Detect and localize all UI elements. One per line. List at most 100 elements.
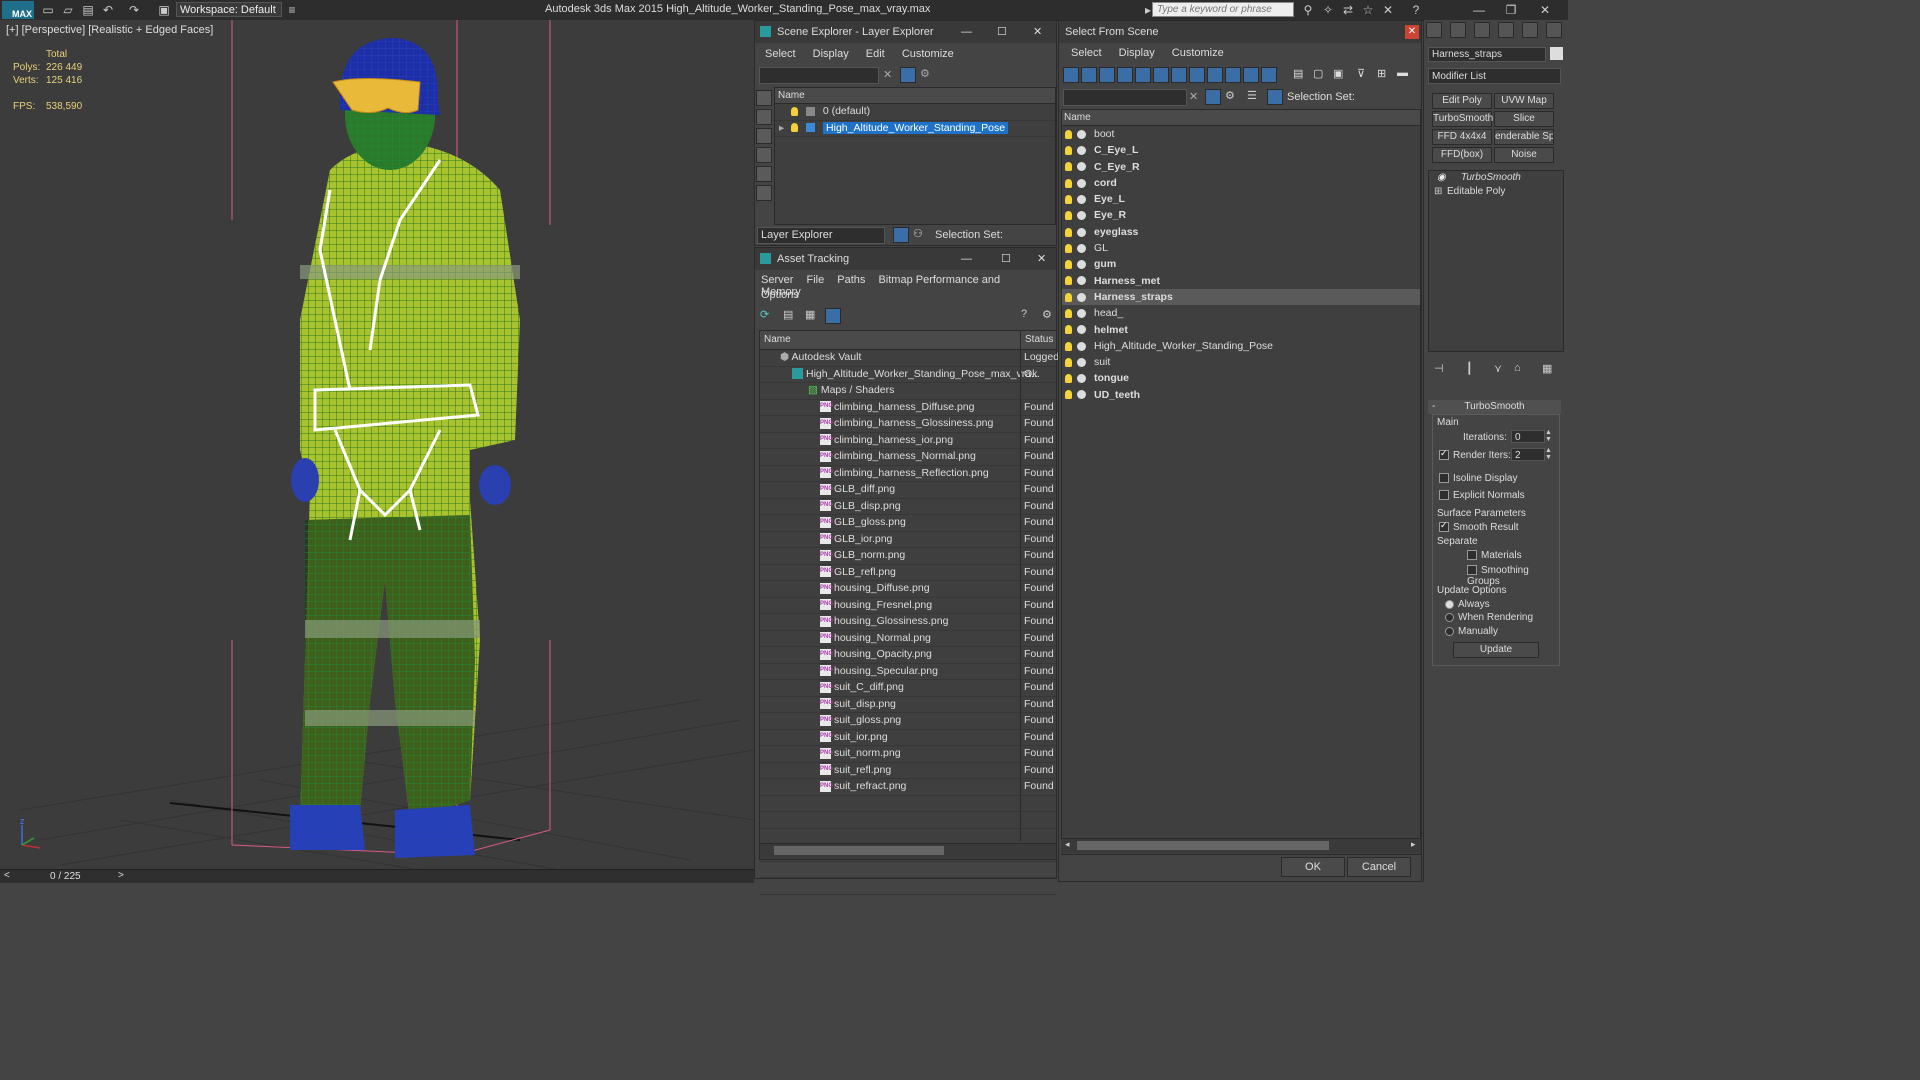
clear-search-icon[interactable]: ✕ <box>1189 90 1198 103</box>
lightbulb-icon[interactable] <box>1065 390 1072 400</box>
app-logo[interactable]: MAX <box>2 1 34 19</box>
object-name-field[interactable]: Harness_straps <box>1428 47 1546 62</box>
layers-icon[interactable]: ☰ <box>1247 89 1257 102</box>
edit-poly-button[interactable]: Edit Poly <box>1432 93 1492 109</box>
asset-row-vault[interactable]: ⬢ Autodesk Vault Logged <box>760 350 1059 367</box>
stack-item-editable-poly[interactable]: ⊞ Editable Poly <box>1429 185 1563 199</box>
time-slider[interactable]: < 0 / 225 > <box>0 869 754 883</box>
utilities-tab-icon[interactable] <box>1546 22 1562 38</box>
scrollbar-thumb[interactable] <box>774 846 944 855</box>
close-x-icon[interactable]: ✕ <box>1380 2 1396 18</box>
help-icon[interactable]: ? <box>1408 2 1424 18</box>
menu-display[interactable]: Display <box>1119 47 1155 59</box>
lightbulb-icon[interactable] <box>1065 325 1072 335</box>
lightbulb-icon[interactable]: ◉ <box>1437 171 1446 185</box>
asset-row-map[interactable]: PNGsuit_ior.png Found <box>760 730 1056 746</box>
lightbulb-icon[interactable] <box>1065 129 1072 139</box>
menu-customize[interactable]: Customize <box>902 48 954 60</box>
menu-icon[interactable]: ≡ <box>284 2 300 18</box>
scene-object-row[interactable]: UD_teeth <box>1062 387 1420 403</box>
noise-button[interactable]: Noise <box>1494 147 1554 163</box>
pin-stack-icon[interactable]: ⊣ <box>1434 362 1444 375</box>
update-rendering-radio[interactable]: When Rendering <box>1445 612 1533 623</box>
slice-button[interactable]: Slice <box>1494 111 1554 127</box>
menu-customize[interactable]: Customize <box>1172 47 1224 59</box>
new-file-icon[interactable]: ▭ <box>40 2 56 18</box>
asset-row-map[interactable]: PNGsuit_C_diff.png Found <box>760 680 1056 697</box>
scene-object-row[interactable]: C_Eye_R <box>1062 159 1420 175</box>
ffd-box-button[interactable]: FFD(box) <box>1432 147 1492 163</box>
project-icon[interactable]: ▣ <box>156 2 172 18</box>
hierarchy-icon[interactable]: ⚇ <box>913 227 923 240</box>
undo-icon[interactable]: ↶ <box>100 2 116 18</box>
hierarchy-icon[interactable]: ⊞ <box>1377 67 1386 80</box>
filter-icon[interactable] <box>900 67 916 83</box>
scene-explorer-search[interactable] <box>759 67 879 84</box>
tree-view-icon[interactable]: ▦ <box>805 308 815 321</box>
asset-row-map[interactable]: PNGsuit_norm.png Found <box>760 746 1056 763</box>
close-icon[interactable]: ✕ <box>1530 0 1560 20</box>
asset-row-map[interactable]: PNGclimbing_harness_Reflection.png Found <box>760 466 1056 482</box>
asset-row-map[interactable]: PNGhousing_Specular.png Found <box>760 664 1056 680</box>
filter-icon[interactable]: ⊽ <box>1357 67 1365 80</box>
lightbulb-icon[interactable] <box>1065 178 1072 188</box>
lightbulb-icon[interactable] <box>1065 308 1072 318</box>
exchange-icon[interactable]: ⇄ <box>1340 2 1356 18</box>
close-icon[interactable]: ✕ <box>1405 25 1419 39</box>
minimize-icon[interactable]: — <box>961 21 972 43</box>
lightbulb-icon[interactable] <box>1065 341 1072 351</box>
display-lights-icon[interactable] <box>756 147 772 163</box>
perspective-viewport[interactable]: [+] [Perspective] [Realistic + Edged Fac… <box>0 20 754 870</box>
expand-icon[interactable]: ▸ <box>779 122 784 134</box>
uvw-map-button[interactable]: UVW Map <box>1494 93 1554 109</box>
lightbulb-icon[interactable] <box>1065 227 1072 237</box>
select-invert-icon[interactable]: ▣ <box>1333 67 1343 80</box>
asset-row-map[interactable]: PNGhousing_Normal.png Found <box>760 631 1056 647</box>
smooth-result-checkbox[interactable]: Smooth Result <box>1439 520 1519 533</box>
update-manually-radio[interactable]: Manually <box>1445 626 1498 637</box>
update-always-radio[interactable]: Always <box>1445 599 1490 610</box>
scroll-right-icon[interactable]: ▸ <box>1411 839 1416 850</box>
smoothing-groups-checkbox[interactable]: Smoothing Groups <box>1467 565 1559 587</box>
scene-object-row[interactable]: Harness_met <box>1062 273 1420 289</box>
filter-cameras-icon[interactable] <box>1117 67 1133 83</box>
asset-row-map[interactable]: PNGclimbing_harness_Normal.png Found <box>760 449 1056 466</box>
filter-spacewarps-icon[interactable] <box>1153 67 1169 83</box>
asset-row-map[interactable]: PNGGLB_refl.png Found <box>760 565 1056 581</box>
horizontal-scrollbar[interactable]: ◂ ▸ <box>1061 838 1421 853</box>
update-button[interactable]: Update <box>1453 642 1539 658</box>
asset-row-map[interactable]: PNGsuit_disp.png Found <box>760 697 1056 713</box>
time-prev-button[interactable]: < <box>4 870 10 881</box>
display-geometry-icon[interactable] <box>756 109 772 125</box>
asset-row-map[interactable]: PNGGLB_norm.png Found <box>760 548 1056 565</box>
asset-row-map[interactable]: PNGhousing_Fresnel.png Found <box>760 598 1056 614</box>
scroll-left-icon[interactable]: ◂ <box>1065 839 1070 850</box>
display-cameras-icon[interactable] <box>756 166 772 182</box>
lightbulb-icon[interactable] <box>1065 194 1072 204</box>
asset-row-map[interactable]: PNGGLB_gloss.png Found <box>760 515 1056 532</box>
ffd4x4x4-button[interactable]: FFD 4x4x4 <box>1432 129 1492 145</box>
stack-item-turbosmooth[interactable]: ◉ TurboSmooth <box>1429 171 1563 185</box>
search-input[interactable]: Type a keyword or phrase <box>1152 2 1294 17</box>
spinner-arrows-icon[interactable]: ▲ ▼ <box>1545 429 1552 443</box>
collapse-icon[interactable]: - <box>1432 400 1435 414</box>
filter-bones-icon[interactable] <box>1207 67 1223 83</box>
asset-row-map[interactable]: PNGsuit_refl.png Found <box>760 763 1056 779</box>
asset-row-map[interactable]: PNGGLB_ior.png Found <box>760 532 1056 548</box>
tools-icon[interactable]: ✧ <box>1320 2 1336 18</box>
menu-select[interactable]: Select <box>765 48 796 60</box>
materials-checkbox[interactable]: Materials <box>1467 550 1522 561</box>
filter-shapes-icon[interactable] <box>1081 67 1097 83</box>
asset-row-folder[interactable]: ▧ Maps / Shaders <box>760 383 1056 400</box>
scene-object-row[interactable]: helmet <box>1062 322 1420 338</box>
filter-groups-icon[interactable] <box>1171 67 1187 83</box>
object-search-input[interactable] <box>1063 89 1187 106</box>
object-list-header[interactable]: Name <box>1062 110 1420 126</box>
lightbulb-icon[interactable] <box>791 123 799 133</box>
motion-tab-icon[interactable] <box>1498 22 1514 38</box>
menu-server[interactable]: Server <box>761 274 793 286</box>
filter-toggle-icon[interactable] <box>1205 89 1221 105</box>
minimize-icon[interactable]: — <box>1464 0 1494 20</box>
viewport-label[interactable]: [+] [Perspective] [Realistic + Edged Fac… <box>6 24 213 36</box>
menu-edit[interactable]: Edit <box>866 48 885 60</box>
